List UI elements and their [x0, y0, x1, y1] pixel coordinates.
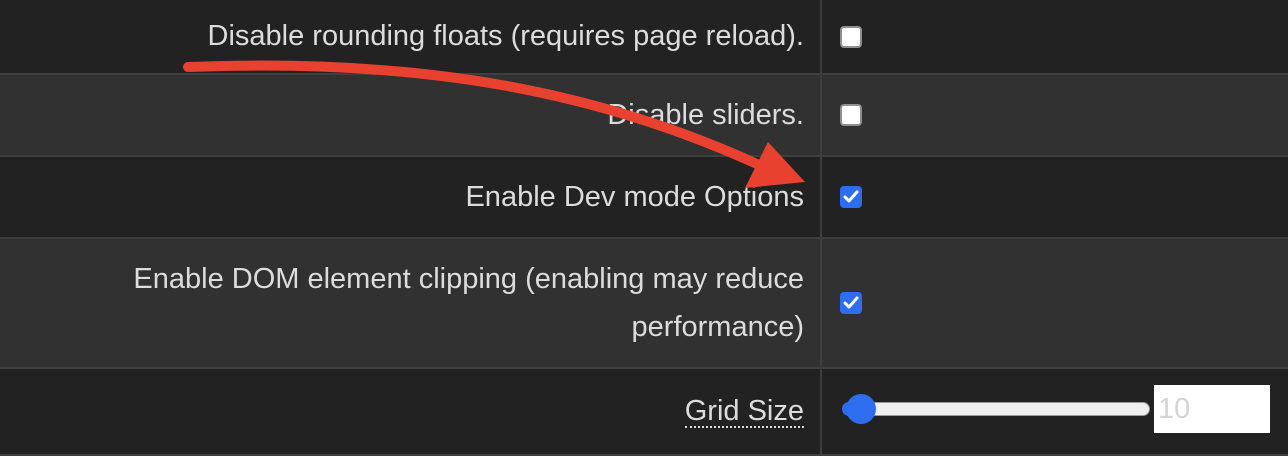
grid-size-label[interactable]: Grid Size	[684, 396, 804, 428]
enable-dev-mode-checkbox[interactable]	[840, 186, 862, 208]
setting-label-enable-dom-clipping: Enable DOM element clipping (enabling ma…	[0, 239, 822, 367]
slider-thumb[interactable]	[846, 394, 876, 424]
setting-label-text: Enable Dev mode Options	[465, 180, 804, 213]
setting-row-grid-size: Grid Size 10	[0, 369, 1288, 456]
setting-label-line1: Enable DOM element clipping (enabling ma…	[133, 263, 804, 295]
setting-row-enable-dev-mode: Enable Dev mode Options	[0, 157, 1288, 239]
grid-size-slider[interactable]	[842, 394, 1152, 424]
checkmark-icon	[843, 190, 859, 203]
grid-size-value-input[interactable]: 10	[1154, 385, 1270, 433]
settings-table: Disable rounding floats (requires page r…	[0, 0, 1288, 456]
setting-row-disable-sliders: Disable sliders.	[0, 75, 1288, 157]
setting-label-disable-rounding-floats: Disable rounding floats (requires page r…	[0, 0, 822, 73]
setting-control-cell: 10	[824, 369, 1288, 454]
setting-control-cell	[824, 239, 1288, 367]
setting-control-cell	[824, 0, 1288, 73]
checkmark-icon	[843, 296, 859, 309]
setting-label-grid-size: Grid Size	[0, 369, 822, 454]
setting-label-text: Disable rounding floats (requires page r…	[207, 20, 804, 52]
disable-sliders-checkbox[interactable]	[840, 104, 862, 126]
setting-control-cell	[824, 157, 1288, 237]
disable-rounding-floats-checkbox[interactable]	[840, 25, 862, 48]
setting-label-enable-dev-mode: Enable Dev mode Options	[0, 157, 822, 237]
setting-row-enable-dom-clipping: Enable DOM element clipping (enabling ma…	[0, 239, 1288, 369]
slider-track[interactable]	[854, 402, 1150, 416]
setting-control-cell	[824, 75, 1288, 155]
setting-label-wrap: Enable DOM element clipping (enabling ma…	[133, 255, 804, 351]
enable-dom-clipping-checkbox[interactable]	[840, 292, 862, 314]
setting-label-line2: performance)	[631, 311, 804, 343]
setting-row-disable-rounding-floats: Disable rounding floats (requires page r…	[0, 0, 1288, 75]
setting-label-text: Disable sliders.	[607, 98, 804, 131]
setting-label-disable-sliders: Disable sliders.	[0, 75, 822, 155]
